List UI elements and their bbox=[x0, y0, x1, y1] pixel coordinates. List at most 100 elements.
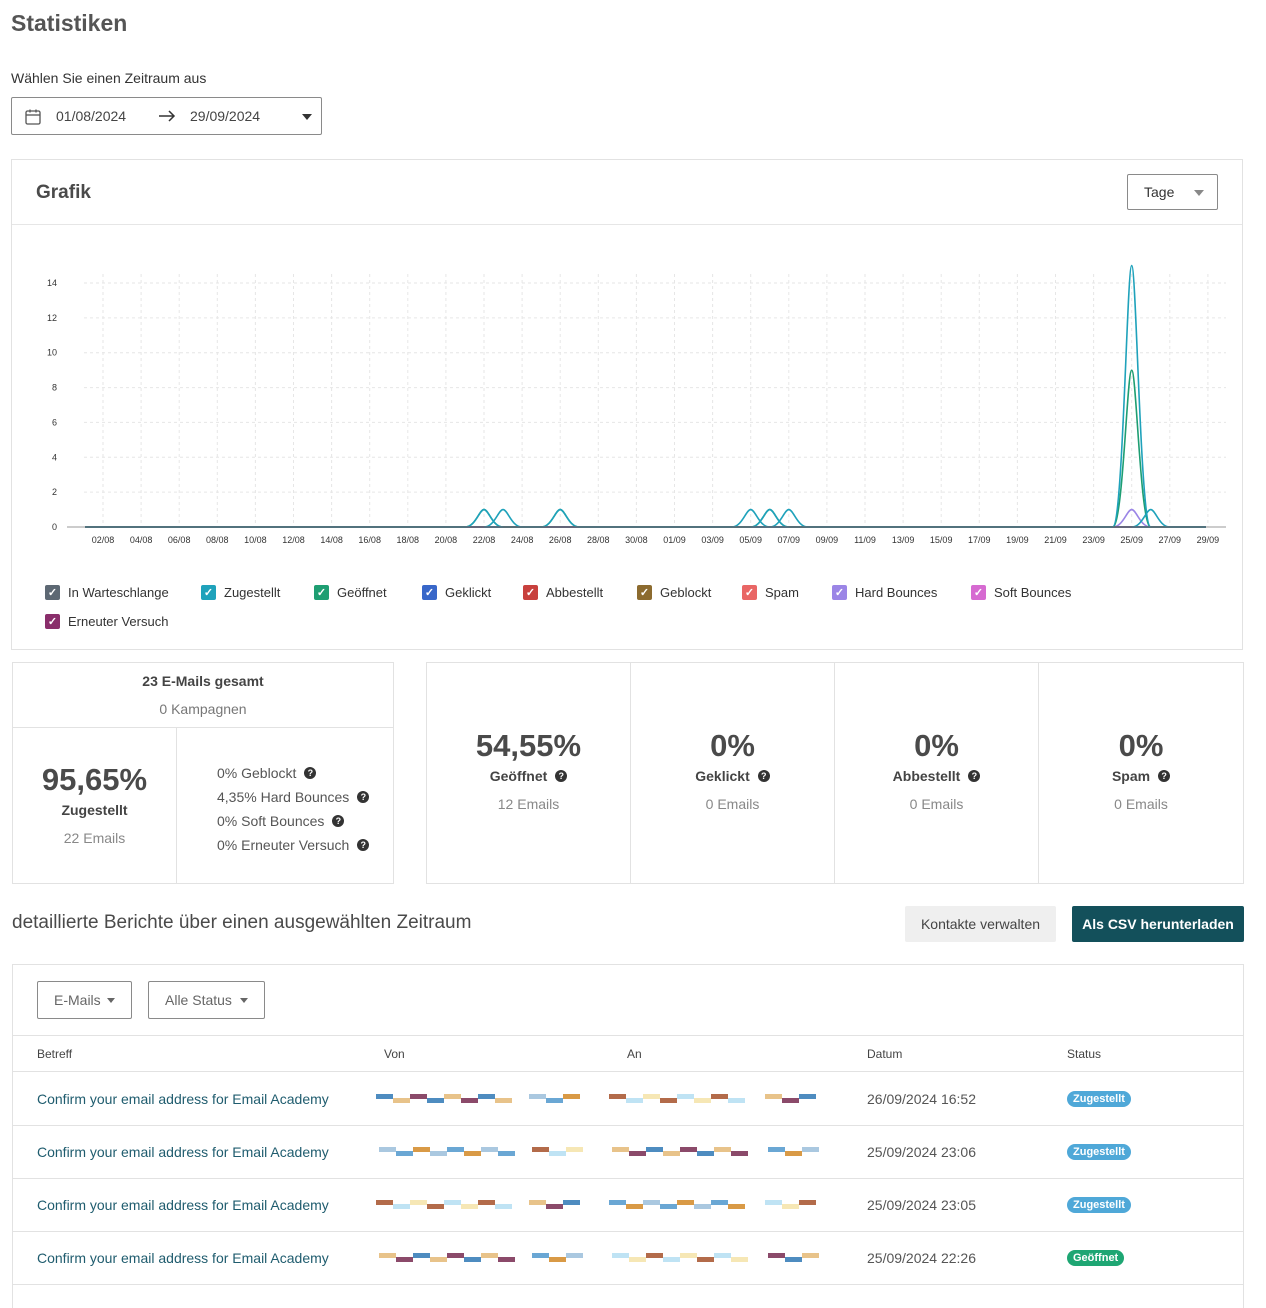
column-header[interactable]: Betreff bbox=[37, 1047, 72, 1061]
help-icon[interactable]: ? bbox=[357, 839, 370, 851]
x-tick-label: 08/08 bbox=[206, 535, 229, 545]
legend-item[interactable]: ✓ Spam bbox=[742, 585, 799, 600]
row-subject[interactable]: Confirm your email address for Email Aca… bbox=[37, 1144, 329, 1160]
row-subject[interactable]: Confirm your email address for Email Aca… bbox=[37, 1197, 329, 1213]
reports-table: E-Mails Alle Status Betreff Von An Datum… bbox=[12, 964, 1244, 1308]
status-badge: Zugestellt bbox=[1067, 1091, 1131, 1107]
help-icon[interactable]: ? bbox=[332, 815, 345, 827]
checkbox-icon[interactable]: ✓ bbox=[523, 585, 538, 600]
redacted-sender bbox=[529, 1198, 581, 1210]
period-label: Wählen Sie einen Zeitraum aus bbox=[11, 70, 207, 86]
row-subject[interactable]: Confirm your email address for Email Aca… bbox=[37, 1091, 329, 1107]
stat-count: 0 Emails bbox=[705, 796, 760, 812]
download-csv-button[interactable]: Als CSV herunterladen bbox=[1072, 906, 1244, 942]
type-filter-value: E-Mails bbox=[54, 992, 101, 1008]
legend-item[interactable]: ✓ In Warteschlange bbox=[45, 585, 169, 600]
stat-label: Abbestellt bbox=[892, 768, 961, 784]
x-tick-label: 09/09 bbox=[816, 535, 839, 545]
column-header[interactable]: Status bbox=[1067, 1047, 1101, 1061]
column-header[interactable]: Datum bbox=[867, 1047, 902, 1061]
chevron-down-icon bbox=[107, 998, 115, 1003]
chevron-down-icon bbox=[240, 998, 248, 1003]
redacted-sender bbox=[376, 1092, 516, 1104]
granularity-select[interactable]: Tage bbox=[1127, 174, 1218, 210]
checkbox-icon[interactable]: ✓ bbox=[422, 585, 437, 600]
legend-item[interactable]: ✓ Hard Bounces bbox=[832, 585, 937, 600]
checkbox-icon[interactable]: ✓ bbox=[45, 585, 60, 600]
table-row[interactable]: Confirm your email address for Email Aca… bbox=[13, 1179, 1243, 1232]
status-filter[interactable]: Alle Status bbox=[148, 981, 265, 1019]
checkbox-icon[interactable]: ✓ bbox=[45, 614, 60, 629]
date-range-picker[interactable]: 01/08/2024 29/09/2024 bbox=[11, 97, 322, 135]
help-icon[interactable]: ? bbox=[1158, 770, 1171, 782]
column-header[interactable]: Von bbox=[384, 1047, 405, 1061]
stat-label: Geklickt bbox=[695, 768, 750, 784]
stat-unsubscribed: 0% Abbestellt? 0 Emails bbox=[834, 662, 1039, 884]
stat-label: Geöffnet bbox=[489, 768, 548, 784]
table-row[interactable]: Confirm your email address for Email Aca… bbox=[13, 1232, 1243, 1285]
redacted-sender bbox=[376, 1198, 516, 1210]
arrow-right-icon bbox=[157, 106, 177, 129]
legend-item[interactable]: ✓ Geblockt bbox=[637, 585, 711, 600]
end-date-input[interactable]: 29/09/2024 bbox=[190, 108, 260, 124]
series-line bbox=[85, 369, 1206, 528]
redacted-recipient bbox=[612, 1251, 752, 1263]
stat-percentage: 0% bbox=[914, 728, 959, 763]
x-tick-label: 25/09 bbox=[1120, 535, 1143, 545]
checkbox-icon[interactable]: ✓ bbox=[971, 585, 986, 600]
help-icon[interactable]: ? bbox=[757, 770, 770, 782]
stat-percentage: 0% bbox=[1118, 728, 1164, 763]
redacted-sender bbox=[529, 1092, 581, 1104]
x-tick-label: 26/08 bbox=[549, 535, 572, 545]
granularity-value: Tage bbox=[1144, 184, 1175, 200]
stat-count: 12 Emails bbox=[497, 796, 560, 812]
reports-title: detaillierte Berichte über einen ausgewä… bbox=[12, 912, 472, 933]
redacted-sender bbox=[532, 1145, 584, 1157]
x-tick-label: 17/09 bbox=[968, 535, 991, 545]
x-tick-label: 05/09 bbox=[739, 535, 762, 545]
delivered-count: 22 Emails bbox=[63, 830, 126, 846]
graph-card: Grafik Tage 02/08 04/08 06/08 08/08 10/08 12/… bbox=[11, 159, 1243, 650]
checkbox-icon[interactable]: ✓ bbox=[832, 585, 847, 600]
table-row[interactable]: Confirm your email address for Email Aca… bbox=[13, 1126, 1243, 1179]
redacted-recipient bbox=[768, 1145, 820, 1157]
legend-item[interactable]: ✓ Erneuter Versuch bbox=[45, 614, 168, 629]
stat-count: 0 Emails bbox=[1114, 796, 1168, 812]
hard-bounces-pct: 4,35% Hard Bounces bbox=[217, 789, 350, 805]
checkbox-icon[interactable]: ✓ bbox=[201, 585, 216, 600]
table-row[interactable]: Confirm your email address for Email Aca… bbox=[13, 1073, 1243, 1126]
legend-label: In Warteschlange bbox=[68, 585, 169, 600]
x-tick-label: 14/08 bbox=[320, 535, 343, 545]
help-icon[interactable]: ? bbox=[304, 767, 317, 779]
legend-item[interactable]: ✓ Soft Bounces bbox=[971, 585, 1071, 600]
row-date: 25/09/2024 23:05 bbox=[867, 1197, 976, 1213]
redacted-recipient bbox=[765, 1198, 817, 1210]
legend-item[interactable]: ✓ Geklickt bbox=[422, 585, 491, 600]
help-icon[interactable]: ? bbox=[357, 791, 370, 803]
checkbox-icon[interactable]: ✓ bbox=[314, 585, 329, 600]
checkbox-icon[interactable]: ✓ bbox=[742, 585, 757, 600]
manage-contacts-button[interactable]: Kontakte verwalten bbox=[905, 906, 1056, 942]
redacted-sender bbox=[379, 1251, 519, 1263]
checkbox-icon[interactable]: ✓ bbox=[637, 585, 652, 600]
soft-bounces-pct: 0% Soft Bounces bbox=[217, 813, 325, 829]
help-icon[interactable]: ? bbox=[968, 770, 981, 782]
campaign-count: 0 Kampagnen bbox=[159, 701, 247, 717]
help-icon[interactable]: ? bbox=[555, 770, 568, 782]
stat-spam: 0% Spam? 0 Emails bbox=[1038, 662, 1244, 884]
x-tick-label: 23/09 bbox=[1082, 535, 1105, 545]
graph-title: Grafik bbox=[36, 182, 91, 203]
legend-item[interactable]: ✓ Abbestellt bbox=[523, 585, 603, 600]
summary-card: 23 E-Mails gesamt 0 Kampagnen 95,65% Zug… bbox=[12, 662, 394, 884]
stat-count: 0 Emails bbox=[909, 796, 964, 812]
redacted-sender bbox=[379, 1145, 519, 1157]
type-filter[interactable]: E-Mails bbox=[37, 981, 132, 1019]
start-date-input[interactable]: 01/08/2024 bbox=[56, 108, 126, 124]
x-tick-label: 21/09 bbox=[1044, 535, 1067, 545]
legend-item[interactable]: ✓ Zugestellt bbox=[201, 585, 280, 600]
status-filter-value: Alle Status bbox=[165, 992, 232, 1008]
legend-item[interactable]: ✓ Geöffnet bbox=[314, 585, 387, 600]
column-header[interactable]: An bbox=[627, 1047, 642, 1061]
row-date: 25/09/2024 22:26 bbox=[867, 1250, 976, 1266]
row-subject[interactable]: Confirm your email address for Email Aca… bbox=[37, 1250, 329, 1266]
